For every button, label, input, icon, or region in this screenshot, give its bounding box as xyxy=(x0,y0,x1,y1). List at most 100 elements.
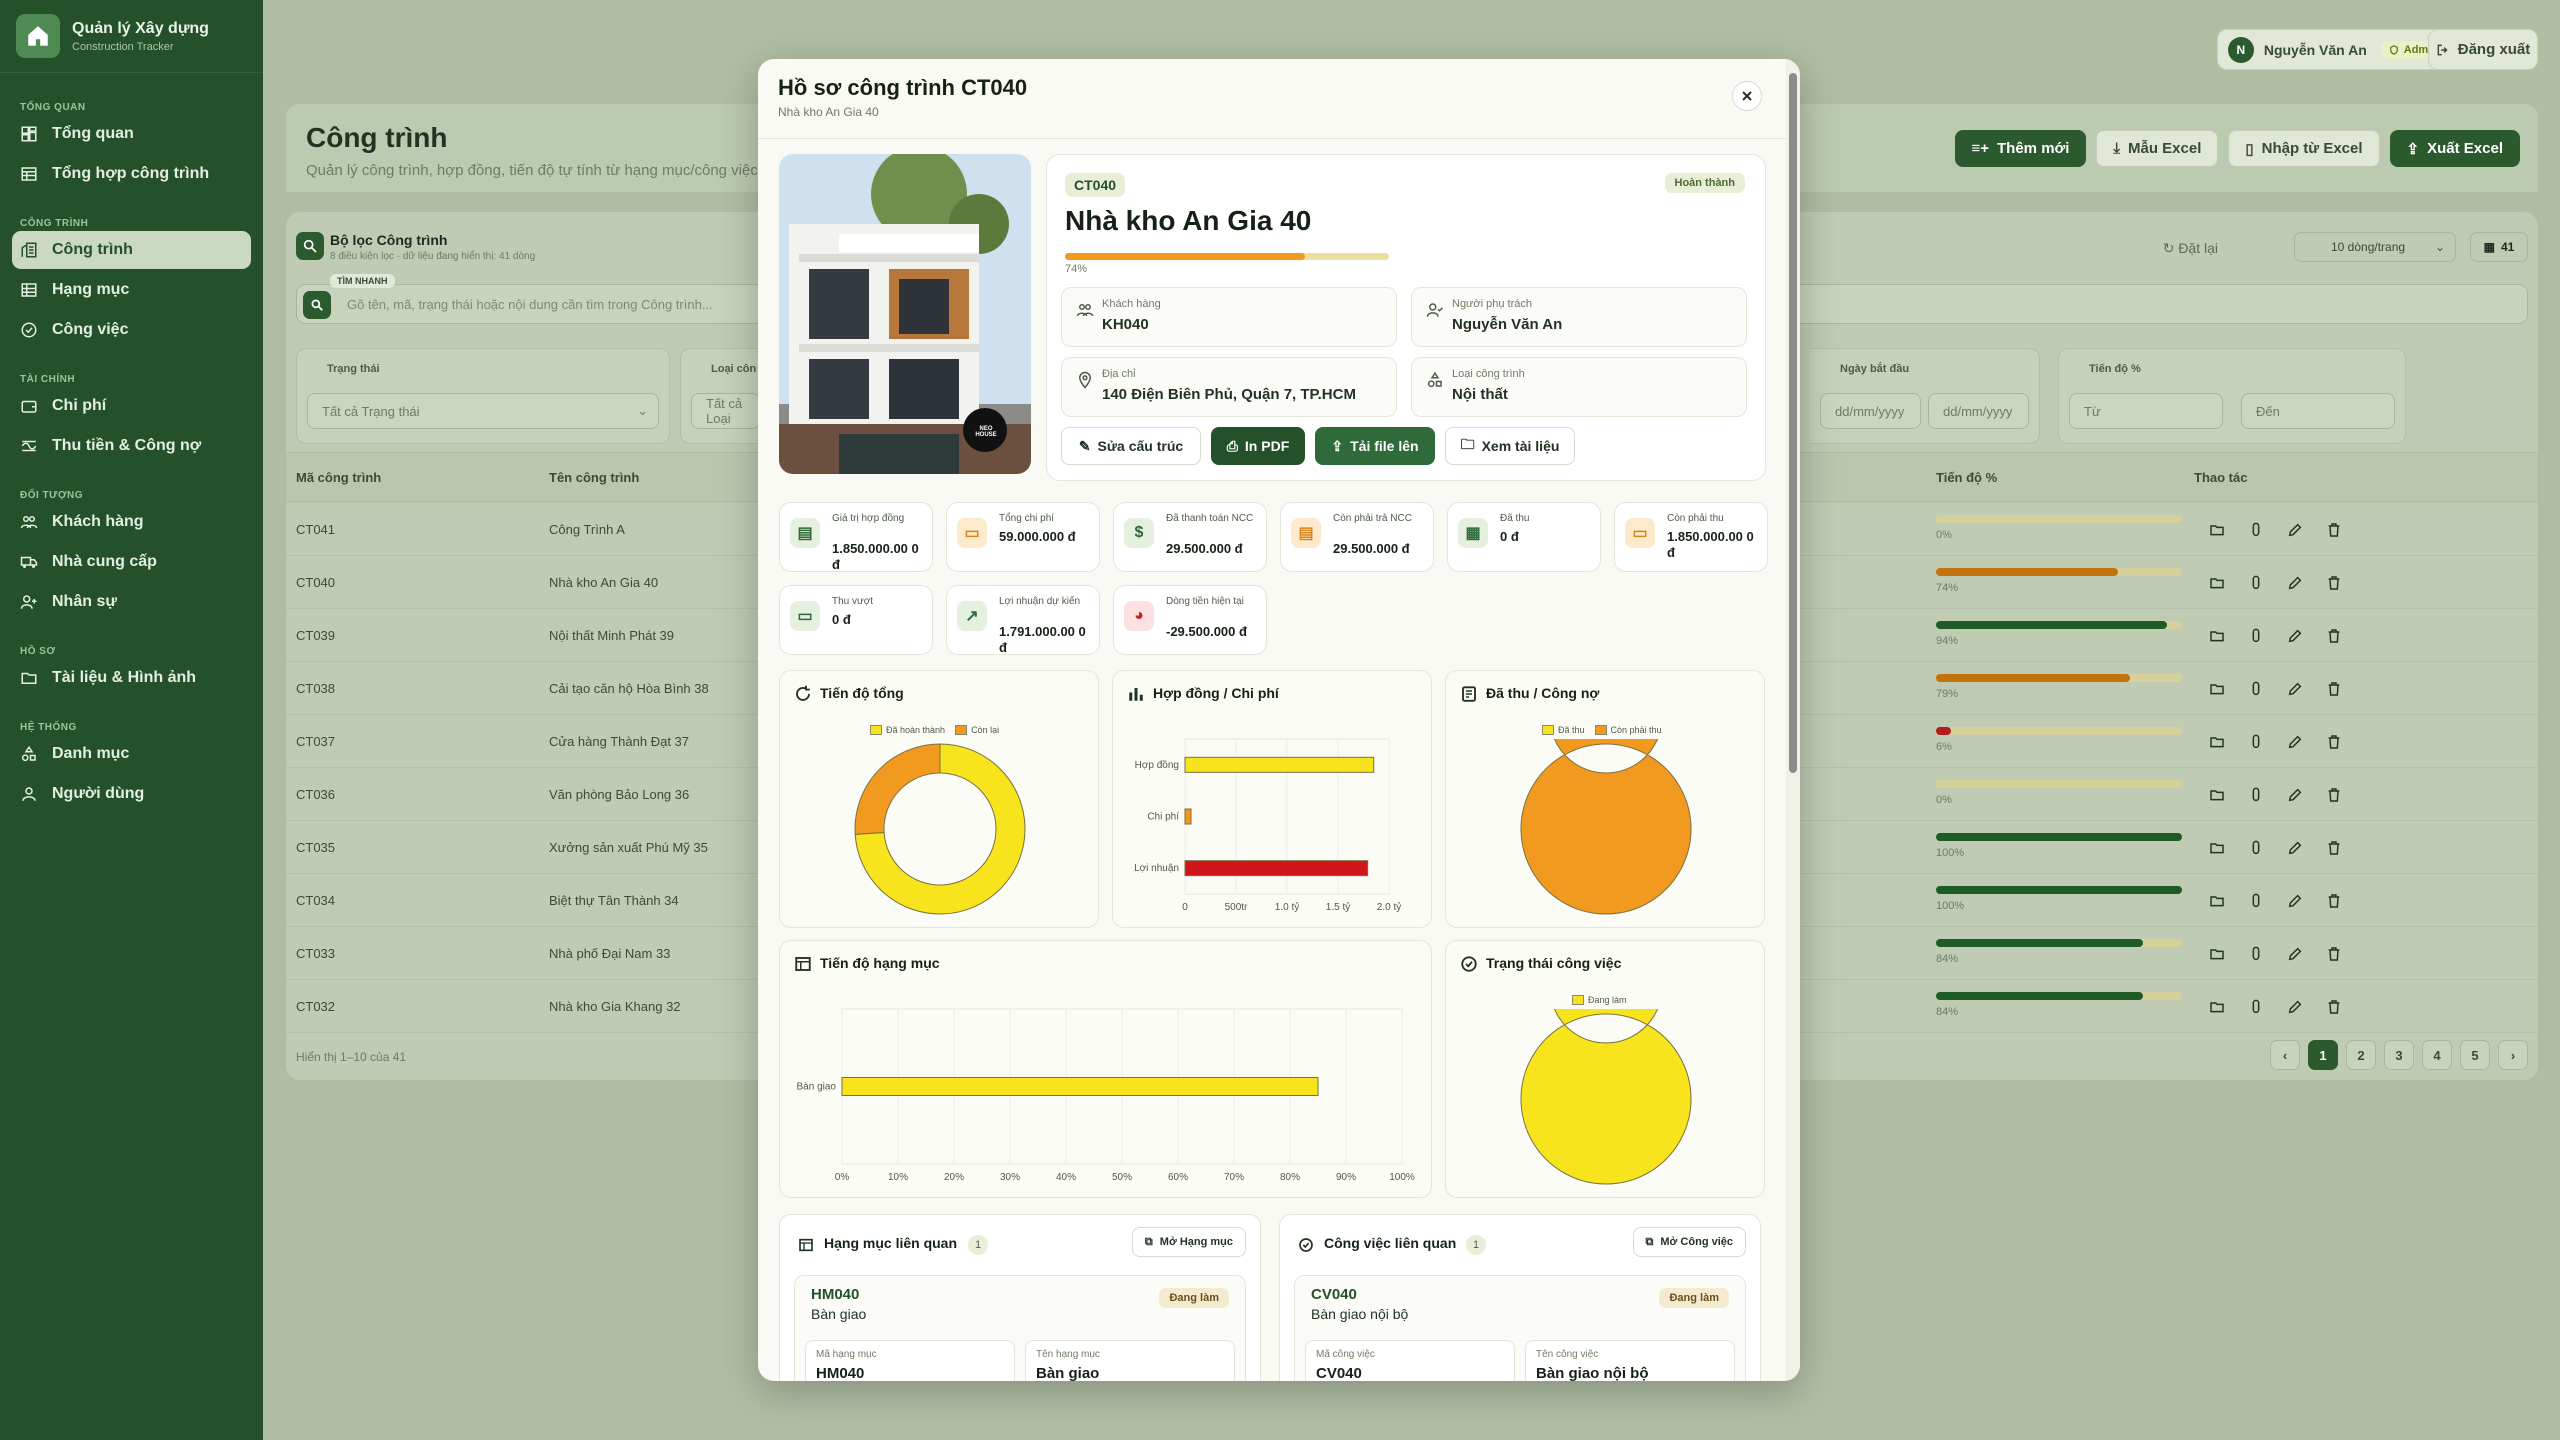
edit-button[interactable] xyxy=(2282,517,2308,543)
related-item[interactable]: HM040 Bàn giao Đang làm Mã hạng mục HM040… xyxy=(794,1275,1246,1381)
per-page-select[interactable]: 10 dòng/trang ⌄ xyxy=(2294,232,2456,262)
trash-button[interactable] xyxy=(2321,623,2347,649)
print-pdf-button[interactable]: ⎙ In PDF xyxy=(1211,427,1305,465)
edit-button[interactable] xyxy=(2282,676,2308,702)
folder-button[interactable] xyxy=(2204,517,2230,543)
user-menu[interactable]: N Nguyễn Văn An Admin xyxy=(2216,29,2463,70)
folder-button[interactable] xyxy=(2204,941,2230,967)
progress-fill xyxy=(1936,886,2182,894)
brand[interactable]: Quản lý Xây dựng Construction Tracker xyxy=(0,0,263,73)
type-select[interactable]: Tất cả Loại xyxy=(691,393,760,429)
col-name[interactable]: Tên công trình xyxy=(549,470,639,485)
logout-button[interactable]: Đăng xuất xyxy=(2428,29,2538,70)
edit-structure-button[interactable]: ✎ Sửa cấu trúc xyxy=(1061,427,1201,465)
trash-button[interactable] xyxy=(2321,888,2347,914)
bar[interactable] xyxy=(1184,756,1375,773)
paperclip-button[interactable] xyxy=(2243,835,2269,861)
trash-button[interactable] xyxy=(2321,570,2347,596)
folder-button[interactable] xyxy=(2204,888,2230,914)
trash-button[interactable] xyxy=(2321,517,2347,543)
trash-button[interactable] xyxy=(2321,835,2347,861)
col-code[interactable]: Mã công trình xyxy=(296,470,381,485)
trash-button[interactable] xyxy=(2321,676,2347,702)
edit-button[interactable] xyxy=(2282,729,2308,755)
paperclip-button[interactable] xyxy=(2243,994,2269,1020)
pie-slice[interactable] xyxy=(1520,739,1692,915)
edit-button[interactable] xyxy=(2282,941,2308,967)
folder-button[interactable] xyxy=(2204,570,2230,596)
trash-button[interactable] xyxy=(2321,941,2347,967)
sidebar-item[interactable]: Hạng mục xyxy=(12,271,251,309)
page-subtitle: Quản lý công trình, hợp đồng, tiến độ tự… xyxy=(306,162,758,179)
sidebar-item[interactable]: Công trình xyxy=(12,231,251,269)
folder-button[interactable] xyxy=(2204,676,2230,702)
sidebar-item[interactable]: Nhân sự xyxy=(12,583,251,621)
open-task-button[interactable]: ⧉ Mở Công việc xyxy=(1632,1227,1746,1257)
close-button[interactable] xyxy=(1732,81,1762,111)
sidebar-item[interactable]: Công việc xyxy=(12,311,251,349)
folder-button[interactable] xyxy=(2204,994,2230,1020)
sidebar-item[interactable]: Nhà cung cấp xyxy=(12,543,251,581)
open-category-button[interactable]: ⧉ Mở Hạng mục xyxy=(1131,1227,1246,1257)
trash-button[interactable] xyxy=(2321,782,2347,808)
sidebar-item[interactable]: Người dùng xyxy=(12,775,251,813)
paperclip-button[interactable] xyxy=(2243,888,2269,914)
sidebar-item[interactable]: Tổng quan xyxy=(12,115,251,153)
folder-button[interactable] xyxy=(2204,729,2230,755)
trash-button[interactable] xyxy=(2321,994,2347,1020)
folder-button[interactable] xyxy=(2204,782,2230,808)
page-button[interactable]: 3 xyxy=(2384,1040,2414,1070)
date-from-input[interactable]: dd/mm/yyyy xyxy=(1820,393,1921,429)
add-new-button[interactable]: ≡+ Thêm mới xyxy=(1954,130,2087,167)
paperclip-button[interactable] xyxy=(2243,941,2269,967)
progress-to-input[interactable]: Đến xyxy=(2241,393,2395,429)
status-select[interactable]: Tất cả Trạng thái ⌄ xyxy=(307,393,659,429)
import-excel-button[interactable]: ▯ Nhập từ Excel xyxy=(2228,130,2380,167)
paperclip-button[interactable] xyxy=(2243,729,2269,755)
scrollbar-thumb[interactable] xyxy=(1789,73,1797,773)
upload-file-button[interactable]: ⇪ Tải file lên xyxy=(1315,427,1435,465)
bar[interactable] xyxy=(1184,860,1369,877)
col-progress[interactable]: Tiến độ % xyxy=(1936,470,1997,485)
sidebar-item[interactable]: Danh mục xyxy=(12,735,251,773)
related-count: 1 xyxy=(968,1235,988,1255)
sidebar-item[interactable]: Khách hàng xyxy=(12,503,251,541)
sidebar-item[interactable]: Chi phí xyxy=(12,387,251,425)
page-button[interactable]: 2 xyxy=(2346,1040,2376,1070)
view-documents-button[interactable]: 🗀 Xem tài liệu xyxy=(1445,427,1575,465)
pie-slice[interactable] xyxy=(854,743,941,835)
bar[interactable] xyxy=(1184,808,1192,825)
page-button[interactable]: 1 xyxy=(2308,1040,2338,1070)
folder-button[interactable] xyxy=(2204,835,2230,861)
edit-button[interactable] xyxy=(2282,835,2308,861)
page-button[interactable]: ‹ xyxy=(2270,1040,2300,1070)
export-excel-button[interactable]: ⇪ Xuất Excel xyxy=(2389,130,2520,167)
bar[interactable] xyxy=(841,1077,1319,1096)
edit-button[interactable] xyxy=(2282,623,2308,649)
folder-button[interactable] xyxy=(2204,623,2230,649)
progress-from-input[interactable]: Từ xyxy=(2069,393,2223,429)
excel-template-button[interactable]: ⤓ Mẫu Excel xyxy=(2096,130,2219,167)
page-button[interactable]: › xyxy=(2498,1040,2528,1070)
page-button[interactable]: 4 xyxy=(2422,1040,2452,1070)
trash-button[interactable] xyxy=(2321,729,2347,755)
page-button[interactable]: 5 xyxy=(2460,1040,2490,1070)
edit-button[interactable] xyxy=(2282,994,2308,1020)
paperclip-button[interactable] xyxy=(2243,517,2269,543)
modal-scrollbar[interactable] xyxy=(1786,59,1800,1381)
sidebar-item[interactable]: Tài liệu & Hình ảnh xyxy=(12,659,251,697)
paperclip-button[interactable] xyxy=(2243,623,2269,649)
sidebar-item[interactable]: Thu tiền & Công nợ xyxy=(12,427,251,465)
edit-button[interactable] xyxy=(2282,782,2308,808)
edit-button[interactable] xyxy=(2282,570,2308,596)
sidebar-item[interactable]: Tổng hợp công trình xyxy=(12,155,251,193)
edit-button[interactable] xyxy=(2282,888,2308,914)
paperclip-button[interactable] xyxy=(2243,676,2269,702)
reset-button[interactable]: ↻ Đặt lại xyxy=(2163,240,2218,257)
related-item[interactable]: CV040 Bàn giao nội bộ Đang làm Mã công v… xyxy=(1294,1275,1746,1381)
project-image[interactable]: NEO HOUSE xyxy=(779,154,1031,474)
date-to-input[interactable]: dd/mm/yyyy xyxy=(1928,393,2029,429)
pie-slice[interactable] xyxy=(1520,1009,1692,1185)
paperclip-button[interactable] xyxy=(2243,570,2269,596)
paperclip-button[interactable] xyxy=(2243,782,2269,808)
